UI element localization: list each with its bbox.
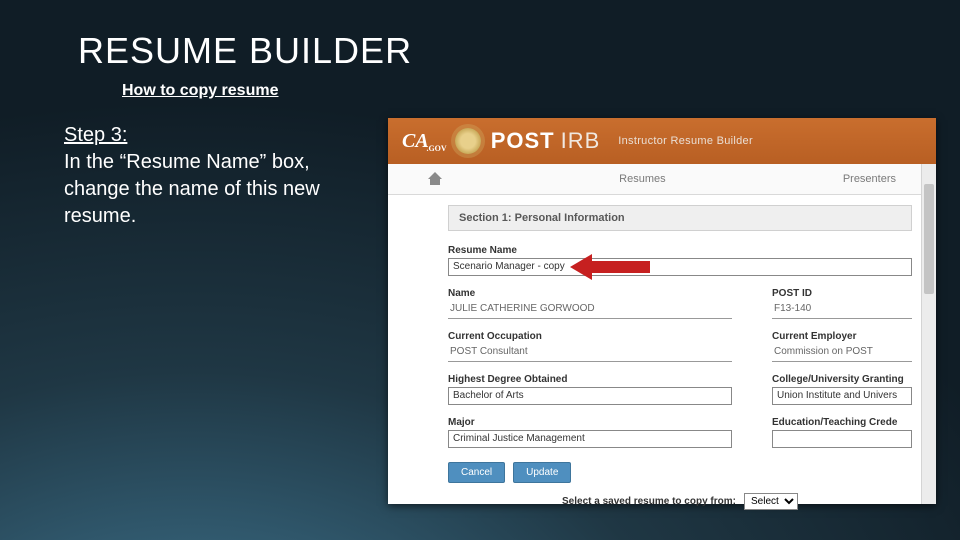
update-button[interactable]: Update [513,462,571,483]
field-college: College/University Granting Union Instit… [772,374,912,405]
screenshot: CA .GOV POST IRB Instructor Resume Build… [388,118,936,504]
field-resume-name: Resume Name Scenario Manager - copy [448,245,912,276]
field-major: Major Criminal Justice Management [448,417,732,448]
value-occupation: POST Consultant [448,344,732,362]
field-post-id: POST ID F13-140 [772,288,912,319]
label-college: College/University Granting [772,374,912,385]
label-major: Major [448,417,732,428]
app-header: CA .GOV POST IRB Instructor Resume Build… [388,118,936,164]
nav-resumes[interactable]: Resumes [619,173,665,185]
nav-bar: Resumes Presenters [388,164,936,195]
slide-subtitle: How to copy resume [122,82,278,100]
app-title: POST IRB [491,128,601,154]
label-post-id: POST ID [772,288,912,299]
section-header: Section 1: Personal Information [448,205,912,231]
input-degree[interactable]: Bachelor of Arts [448,387,732,405]
nav-presenters[interactable]: Presenters [843,173,896,185]
label-name: Name [448,288,732,299]
app-subtitle: Instructor Resume Builder [618,135,753,147]
input-college[interactable]: Union Institute and Univers [772,387,912,405]
label-occupation: Current Occupation [448,331,732,342]
copy-row: Select a saved resume to copy from: Sele… [448,493,912,510]
button-row: Cancel Update [448,462,912,483]
slide-body: Step 3: In the “Resume Name” box, change… [64,122,364,230]
input-major[interactable]: Criminal Justice Management [448,430,732,448]
field-name: Name JULIE CATHERINE GORWOOD [448,288,732,319]
cancel-button[interactable]: Cancel [448,462,505,483]
field-employer: Current Employer Commission on POST [772,331,912,362]
value-post-id: F13-140 [772,301,912,319]
form-content: Section 1: Personal Information Resume N… [388,195,936,510]
slide: RESUME BUILDER How to copy resume Step 3… [0,0,960,540]
ca-gov-logo: CA .GOV [402,131,433,151]
input-resume-name[interactable]: Scenario Manager - copy [448,258,912,276]
post-badge-icon [455,128,481,154]
label-resume-name: Resume Name [448,245,912,256]
value-employer: Commission on POST [772,344,912,362]
label-cred: Education/Teaching Crede [772,417,912,428]
scrollbar-thumb[interactable] [924,184,934,294]
scrollbar[interactable] [921,164,936,504]
field-occupation: Current Occupation POST Consultant [448,331,732,362]
step-text: In the “Resume Name” box, change the nam… [64,151,320,227]
label-degree: Highest Degree Obtained [448,374,732,385]
field-cred: Education/Teaching Crede [772,417,912,448]
input-cred[interactable] [772,430,912,448]
home-icon[interactable] [428,172,442,186]
copy-label: Select a saved resume to copy from: [562,496,736,507]
label-employer: Current Employer [772,331,912,342]
step-label: Step 3: [64,124,127,146]
slide-title: RESUME BUILDER [78,30,412,72]
value-name: JULIE CATHERINE GORWOOD [448,301,732,319]
field-degree: Highest Degree Obtained Bachelor of Arts [448,374,732,405]
copy-select[interactable]: Select [744,493,798,510]
